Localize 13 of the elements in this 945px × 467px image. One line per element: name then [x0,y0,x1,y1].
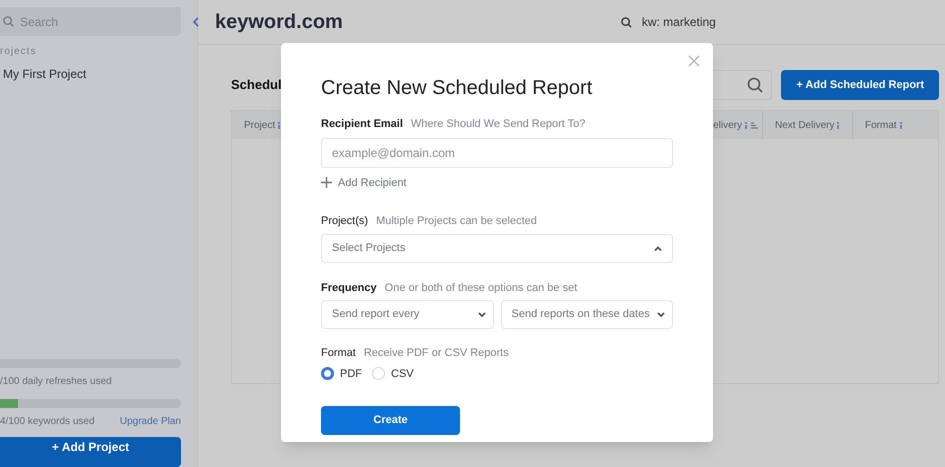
page-title: Schedul [231,76,282,94]
usage-text: /100 daily refreshes used [0,375,112,389]
field-hint: Where Should We Send Report To? [410,117,586,132]
field-label: Recipient Email [321,117,403,132]
field-label: Format [321,346,356,361]
field-hint: Multiple Projects can be selected [376,214,537,229]
usage-text: 4/100 keywords used [0,415,95,429]
dialog-title: Create New Scheduled Report [321,76,594,100]
field-hint: One or both of these options can be set [384,280,578,296]
field-hint: Receive PDF or CSV Reports [364,346,509,361]
field-label: Project(s) [321,214,368,229]
field-label: Frequency [321,280,377,296]
section-title: rojects [0,45,38,59]
